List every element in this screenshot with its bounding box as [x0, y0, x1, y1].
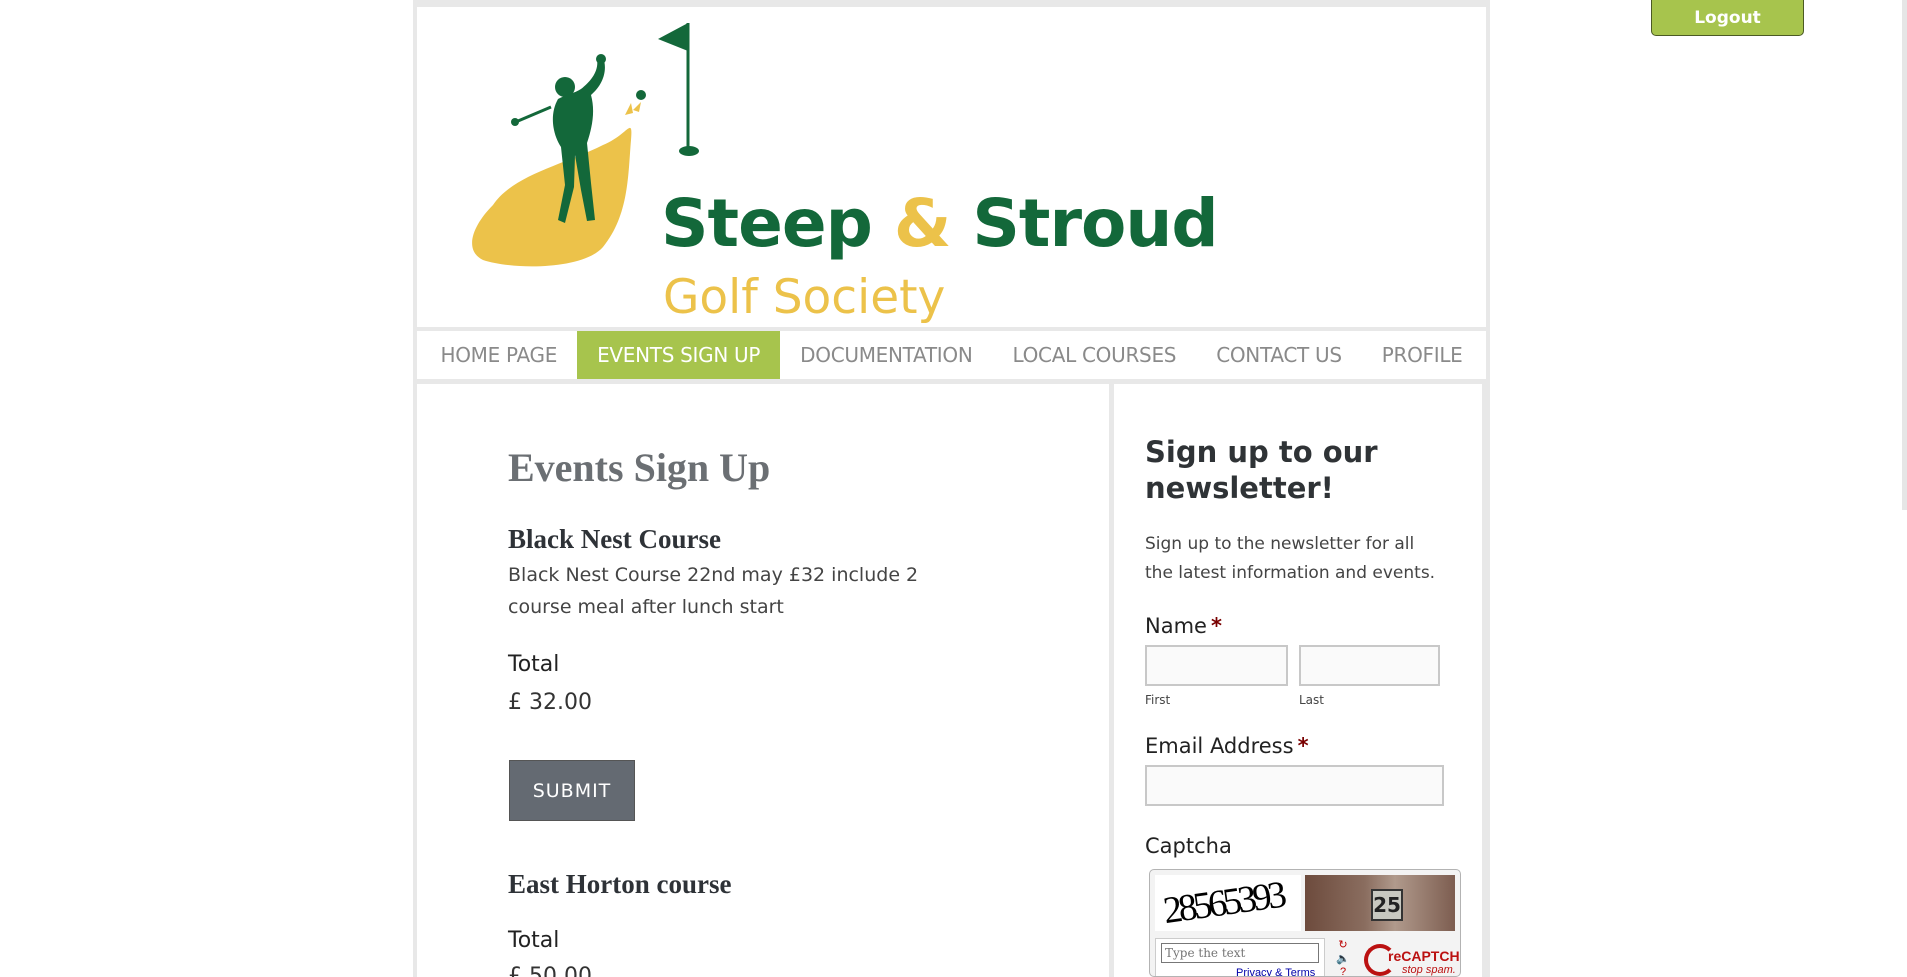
- page-scroll-indicator[interactable]: [1902, 0, 1907, 510]
- total-label: Total: [508, 652, 560, 677]
- event-description: Black Nest Course 22nd may £32 include 2…: [508, 564, 919, 618]
- event-title: Black Nest Course: [508, 524, 721, 554]
- last-name-input[interactable]: [1299, 645, 1440, 686]
- captcha-label: Captcha: [1145, 834, 1232, 858]
- main-content: Events Sign Up Black Nest Course Black N…: [417, 384, 1109, 977]
- total-value: £ 50.00: [508, 964, 592, 977]
- first-name-sublabel: First: [1145, 693, 1171, 707]
- captcha-controls: ↻ 🔈 ?: [1333, 938, 1355, 976]
- newsletter-description: Sign up to the newsletter for all the la…: [1145, 534, 1436, 583]
- required-marker: *: [1297, 734, 1309, 758]
- total-label: Total: [508, 928, 560, 953]
- site-header: Steep & Stroud Golf Society: [417, 7, 1486, 327]
- newsletter-sidebar: Sign up to our newsletter! Sign up to th…: [1114, 384, 1482, 977]
- newsletter-title: Sign up to our newsletter!: [1145, 435, 1378, 505]
- captcha-photo-number: 25: [1371, 889, 1403, 921]
- total-value: £ 32.00: [508, 690, 592, 715]
- submit-button[interactable]: SUBMIT: [509, 760, 635, 821]
- recaptcha-brand-name: reCAPTCHA™: [1388, 948, 1460, 964]
- help-icon[interactable]: ?: [1333, 966, 1353, 976]
- recaptcha-tagline: stop spam.: [1402, 964, 1456, 976]
- logo-title: Steep & Stroud: [661, 185, 1219, 262]
- captcha-photo-image: 25: [1305, 875, 1455, 931]
- page-title: Events Sign Up: [508, 445, 771, 490]
- captcha-input-area: Privacy & Terms: [1155, 938, 1325, 976]
- first-name-input[interactable]: [1145, 645, 1288, 686]
- captcha-privacy-link[interactable]: Privacy & Terms: [1236, 967, 1315, 976]
- site-logo[interactable]: Steep & Stroud Golf Society: [453, 15, 1219, 325]
- required-marker: *: [1210, 614, 1222, 638]
- logo-subtitle: Golf Society: [663, 270, 946, 325]
- nav-item-local-courses[interactable]: LOCAL COURSES: [992, 331, 1196, 379]
- site-wrapper: Steep & Stroud Golf Society HOME PAGE EV…: [413, 0, 1490, 977]
- nav-item-home-page[interactable]: HOME PAGE: [420, 331, 577, 379]
- audio-icon[interactable]: 🔈: [1333, 952, 1353, 966]
- captcha-input[interactable]: [1161, 943, 1319, 963]
- event-title: East Horton course: [508, 869, 732, 899]
- recaptcha-brand: reCAPTCHA™ stop spam.: [1362, 942, 1460, 976]
- email-field-label: Email Address *: [1145, 734, 1309, 758]
- main-nav: HOME PAGE EVENTS SIGN UP DOCUMENTATION L…: [417, 331, 1486, 379]
- last-name-sublabel: Last: [1299, 693, 1324, 707]
- nav-item-documentation[interactable]: DOCUMENTATION: [780, 331, 992, 379]
- name-field-label: Name *: [1145, 614, 1222, 638]
- nav-item-contact-us[interactable]: CONTACT US: [1196, 331, 1362, 379]
- recaptcha-widget: 28565393 25 Privacy & Terms ↻ 🔈 ? reCAPT…: [1149, 869, 1461, 977]
- email-input[interactable]: [1145, 765, 1444, 806]
- captcha-text-image: 28565393: [1155, 875, 1301, 931]
- refresh-icon[interactable]: ↻: [1333, 938, 1353, 952]
- nav-item-profile[interactable]: PROFILE: [1362, 331, 1483, 379]
- nav-item-events-sign-up[interactable]: EVENTS SIGN UP: [577, 331, 781, 379]
- logout-button[interactable]: Logout: [1651, 0, 1804, 36]
